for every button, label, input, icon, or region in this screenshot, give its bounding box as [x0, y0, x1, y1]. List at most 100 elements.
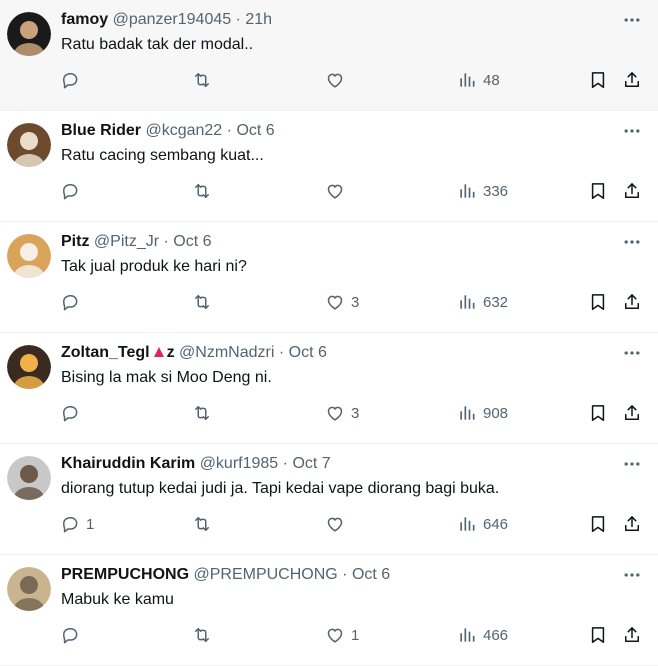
display-name[interactable]: Blue Rider: [61, 122, 141, 139]
like-count: 3: [351, 404, 360, 422]
share-button[interactable]: [622, 284, 642, 320]
tweet[interactable]: Pitz @Pitz_Jr · Oct 6 Tak jual produk ke…: [0, 222, 658, 333]
reply-button[interactable]: [60, 395, 86, 431]
like-button[interactable]: [325, 62, 351, 98]
views-chart-icon: [457, 181, 477, 201]
reply-count: 1: [86, 515, 95, 533]
tweet[interactable]: Blue Rider @kcgan22 · Oct 6 Ratu cacing …: [0, 111, 658, 222]
tweet-header: Zoltan_Tegl z @NzmNadzri · Oct 6: [61, 343, 608, 363]
like-button[interactable]: 1: [325, 617, 359, 653]
tweet[interactable]: Zoltan_Tegl z @NzmNadzri · Oct 6 Bising l…: [0, 333, 658, 444]
share-icon: [622, 181, 642, 201]
reply-icon: [60, 70, 80, 90]
reply-icon: [60, 625, 80, 645]
avatar[interactable]: [7, 345, 51, 389]
reply-button[interactable]: [60, 173, 86, 209]
display-name-suffix: z: [166, 344, 175, 361]
views-button[interactable]: 336: [457, 173, 508, 209]
reply-button[interactable]: [60, 284, 86, 320]
reply-icon: [60, 292, 80, 312]
timestamp[interactable]: Oct 7: [292, 455, 330, 472]
retweet-button[interactable]: [192, 506, 218, 542]
more-options-icon[interactable]: [622, 343, 642, 363]
like-button[interactable]: [325, 506, 351, 542]
views-chart-icon: [457, 70, 477, 90]
timestamp[interactable]: Oct 6: [289, 344, 327, 361]
tweet-header: PREMPUCHONG @PREMPUCHONG · Oct 6: [61, 565, 608, 585]
bookmark-button[interactable]: [588, 284, 608, 320]
like-button[interactable]: [325, 173, 351, 209]
timestamp[interactable]: Oct 6: [236, 122, 274, 139]
tweet-text: diorang tutup kedai judi ja. Tapi kedai …: [61, 480, 500, 497]
user-handle[interactable]: @NzmNadzri: [179, 344, 274, 361]
retweet-button[interactable]: [192, 173, 218, 209]
retweet-button[interactable]: [192, 395, 218, 431]
more-options-icon[interactable]: [622, 565, 642, 585]
tweet-header: Khairuddin Karim @kurf1985 · Oct 7: [61, 454, 608, 474]
user-handle[interactable]: @Pitz_Jr: [94, 233, 159, 250]
tweet-text: Mabuk ke kamu: [61, 591, 174, 608]
retweet-icon: [192, 181, 212, 201]
bookmark-button[interactable]: [588, 395, 608, 431]
avatar[interactable]: [7, 123, 51, 167]
share-button[interactable]: [622, 395, 642, 431]
display-name[interactable]: Khairuddin Karim: [61, 455, 195, 472]
views-button[interactable]: 632: [457, 284, 508, 320]
timestamp[interactable]: 21h: [245, 11, 272, 28]
retweet-icon: [192, 292, 212, 312]
reply-icon: [60, 181, 80, 201]
share-button[interactable]: [622, 617, 642, 653]
retweet-button[interactable]: [192, 62, 218, 98]
separator-dot: ·: [278, 344, 285, 361]
views-button[interactable]: 908: [457, 395, 508, 431]
reply-button[interactable]: 1: [60, 506, 94, 542]
heart-icon: [325, 403, 345, 423]
retweet-button[interactable]: [192, 284, 218, 320]
display-name[interactable]: Pitz: [61, 233, 89, 250]
views-button[interactable]: 646: [457, 506, 508, 542]
user-handle[interactable]: @kurf1985: [200, 455, 279, 472]
tweet[interactable]: famoy @panzer194045 · 21h Ratu badak tak…: [0, 0, 658, 111]
display-name[interactable]: famoy: [61, 11, 108, 28]
tweet-header: famoy @panzer194045 · 21h: [61, 10, 608, 30]
user-handle[interactable]: @kcgan22: [145, 122, 222, 139]
tweet-text: Tak jual produk ke hari ni?: [61, 258, 247, 275]
avatar[interactable]: [7, 567, 51, 611]
timestamp[interactable]: Oct 6: [173, 233, 211, 250]
reply-icon: [60, 403, 80, 423]
share-button[interactable]: [622, 173, 642, 209]
reply-feed: famoy @panzer194045 · 21h Ratu badak tak…: [0, 0, 658, 666]
display-name[interactable]: PREMPUCHONG: [61, 566, 189, 583]
share-button[interactable]: [622, 506, 642, 542]
avatar[interactable]: [7, 456, 51, 500]
tweet[interactable]: PREMPUCHONG @PREMPUCHONG · Oct 6 Mabuk k…: [0, 555, 658, 666]
user-handle[interactable]: @PREMPUCHONG: [193, 566, 337, 583]
share-icon: [622, 403, 642, 423]
action-bar: 3 632: [0, 284, 658, 320]
tweet[interactable]: Khairuddin Karim @kurf1985 · Oct 7 diora…: [0, 444, 658, 555]
bookmark-button[interactable]: [588, 173, 608, 209]
user-handle[interactable]: @panzer194045: [113, 11, 232, 28]
more-options-icon[interactable]: [622, 10, 642, 30]
timestamp[interactable]: Oct 6: [352, 566, 390, 583]
reply-button[interactable]: [60, 62, 86, 98]
more-options-icon[interactable]: [622, 232, 642, 252]
like-button[interactable]: 3: [325, 284, 359, 320]
share-button[interactable]: [622, 62, 642, 98]
views-button[interactable]: 466: [457, 617, 508, 653]
avatar[interactable]: [7, 12, 51, 56]
bookmark-button[interactable]: [588, 617, 608, 653]
views-button[interactable]: 48: [457, 62, 500, 98]
more-options-icon[interactable]: [622, 454, 642, 474]
like-count: 1: [351, 626, 360, 644]
bookmark-button[interactable]: [588, 506, 608, 542]
bookmark-button[interactable]: [588, 62, 608, 98]
reply-button[interactable]: [60, 617, 86, 653]
more-options-icon[interactable]: [622, 121, 642, 141]
display-name[interactable]: Zoltan_Tegl: [61, 344, 150, 361]
like-button[interactable]: 3: [325, 395, 359, 431]
retweet-icon: [192, 403, 212, 423]
view-count: 466: [483, 626, 509, 644]
avatar[interactable]: [7, 234, 51, 278]
retweet-button[interactable]: [192, 617, 218, 653]
